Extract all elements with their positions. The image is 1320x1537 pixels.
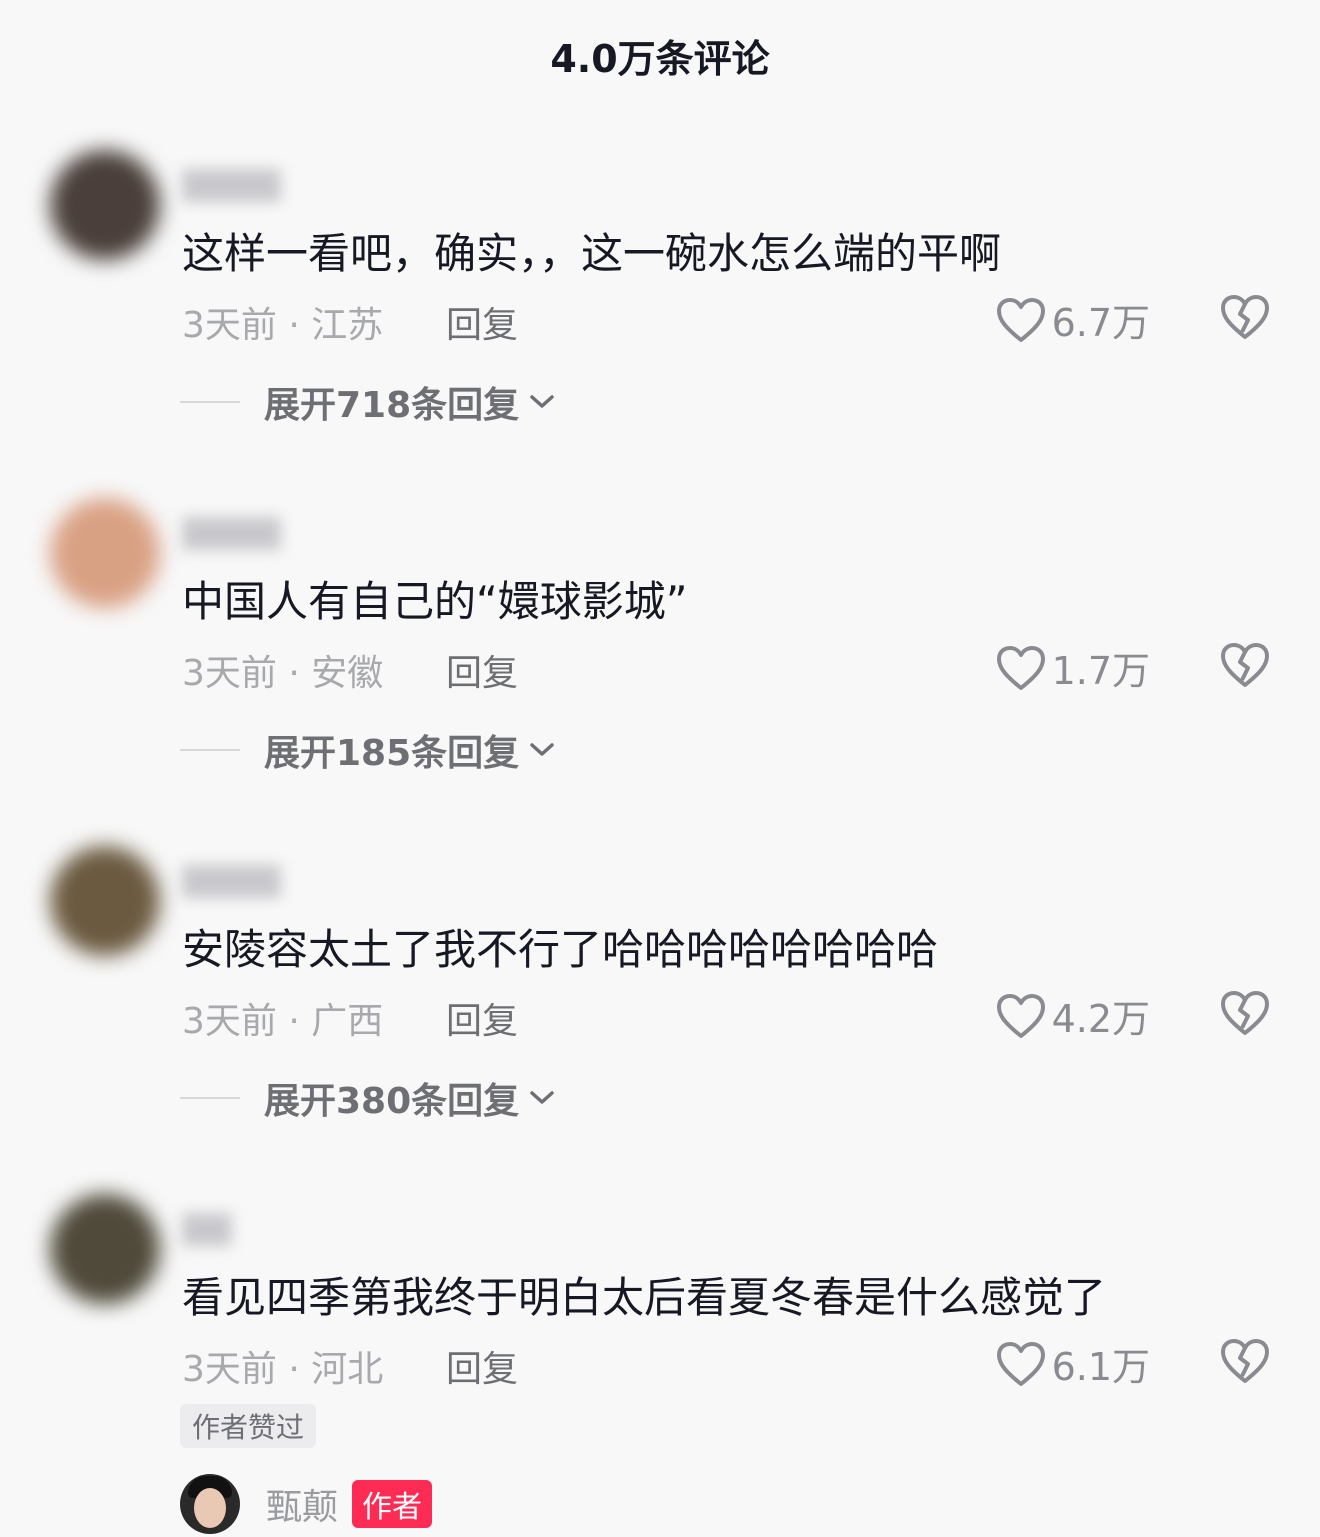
- username-blurred[interactable]: ▇▇▇▇: [182, 860, 342, 900]
- dislike-button[interactable]: [1220, 642, 1270, 688]
- heart-icon: [996, 1341, 1045, 1386]
- expand-label: 展开718条回复: [264, 385, 520, 426]
- expand-replies[interactable]: 展开380条回复: [180, 1072, 557, 1124]
- heart-icon: [996, 645, 1045, 690]
- dislike-button[interactable]: [1220, 294, 1270, 340]
- like-button[interactable]: 6.1万: [996, 1336, 1150, 1391]
- heart-icon: [996, 297, 1045, 342]
- expand-replies[interactable]: 展开718条回复: [180, 376, 557, 428]
- avatar[interactable]: [50, 150, 160, 260]
- reply-button[interactable]: 回复: [446, 1340, 518, 1392]
- expand-label: 展开185条回复: [264, 733, 520, 774]
- divider-line: [180, 1097, 240, 1099]
- avatar[interactable]: [50, 846, 160, 956]
- author-reply-row[interactable]: 甄颠 作者: [180, 1474, 433, 1534]
- reply-button[interactable]: 回复: [446, 992, 518, 1044]
- username-blurred[interactable]: ▇▇▇▇: [182, 512, 342, 552]
- chevron-down-icon: [530, 743, 554, 756]
- comments-panel: 4.0万条评论 ▇▇▇▇ 这样一看吧，确实，，这一碗水怎么端的平啊 3天前 · …: [0, 0, 1320, 1537]
- heart-icon: [996, 993, 1045, 1038]
- username-blurred[interactable]: ▇▇▇▇: [182, 164, 342, 204]
- avatar-face: [194, 1488, 226, 1528]
- comment-meta: 3天前 · 江苏: [182, 305, 384, 346]
- like-count: 1.7万: [1051, 649, 1150, 693]
- like-button[interactable]: 6.7万: [996, 292, 1150, 347]
- avatar[interactable]: [50, 498, 160, 608]
- comment-meta: 3天前 · 河北: [182, 1349, 384, 1390]
- author-avatar[interactable]: [180, 1474, 240, 1534]
- comment-item: ▇▇▇▇ 安陵容太土了我不行了哈哈哈哈哈哈哈哈 3天前 · 广西 回复 4.2万…: [0, 846, 1320, 1186]
- broken-heart-icon: [1221, 643, 1269, 687]
- reply-button[interactable]: 回复: [446, 296, 518, 348]
- reply-button[interactable]: 回复: [446, 644, 518, 696]
- avatar[interactable]: [50, 1194, 160, 1304]
- divider-line: [180, 401, 240, 403]
- comment-count-title: 4.0万条评论: [550, 37, 770, 81]
- chevron-down-icon: [530, 395, 554, 408]
- comment-item: ▇▇▇▇ 中国人有自己的“嬛球影城” 3天前 · 安徽 回复 1.7万 展开18…: [0, 498, 1320, 838]
- like-button[interactable]: 4.2万: [996, 988, 1150, 1043]
- comment-meta: 3天前 · 安徽: [182, 653, 384, 694]
- divider-line: [180, 749, 240, 751]
- comment-text: 这样一看吧，确实，，这一碗水怎么端的平啊: [182, 229, 1002, 278]
- author-name[interactable]: 甄颠: [266, 1478, 338, 1530]
- broken-heart-icon: [1221, 991, 1269, 1035]
- like-count: 6.1万: [1051, 1345, 1150, 1389]
- comment-text: 中国人有自己的“嬛球影城”: [182, 577, 688, 626]
- expand-label: 展开380条回复: [264, 1081, 520, 1122]
- author-tag: 作者: [352, 1480, 433, 1528]
- dislike-button[interactable]: [1220, 1338, 1270, 1384]
- like-button[interactable]: 1.7万: [996, 640, 1150, 695]
- expand-replies[interactable]: 展开185条回复: [180, 724, 557, 776]
- broken-heart-icon: [1221, 1339, 1269, 1383]
- author-liked-badge: 作者赞过: [180, 1404, 317, 1448]
- dislike-button[interactable]: [1220, 990, 1270, 1036]
- username-blurred[interactable]: ▇▇: [182, 1208, 342, 1248]
- chevron-down-icon: [530, 1091, 554, 1104]
- comment-item: ▇▇▇▇ 这样一看吧，确实，，这一碗水怎么端的平啊 3天前 · 江苏 回复 6.…: [0, 150, 1320, 490]
- like-count: 6.7万: [1051, 301, 1150, 345]
- comment-text: 看见四季第我终于明白太后看夏冬春是什么感觉了: [182, 1273, 1107, 1322]
- comment-meta: 3天前 · 广西: [182, 1001, 384, 1042]
- broken-heart-icon: [1221, 295, 1269, 339]
- like-count: 4.2万: [1051, 997, 1150, 1041]
- comment-text: 安陵容太土了我不行了哈哈哈哈哈哈哈哈: [182, 925, 939, 974]
